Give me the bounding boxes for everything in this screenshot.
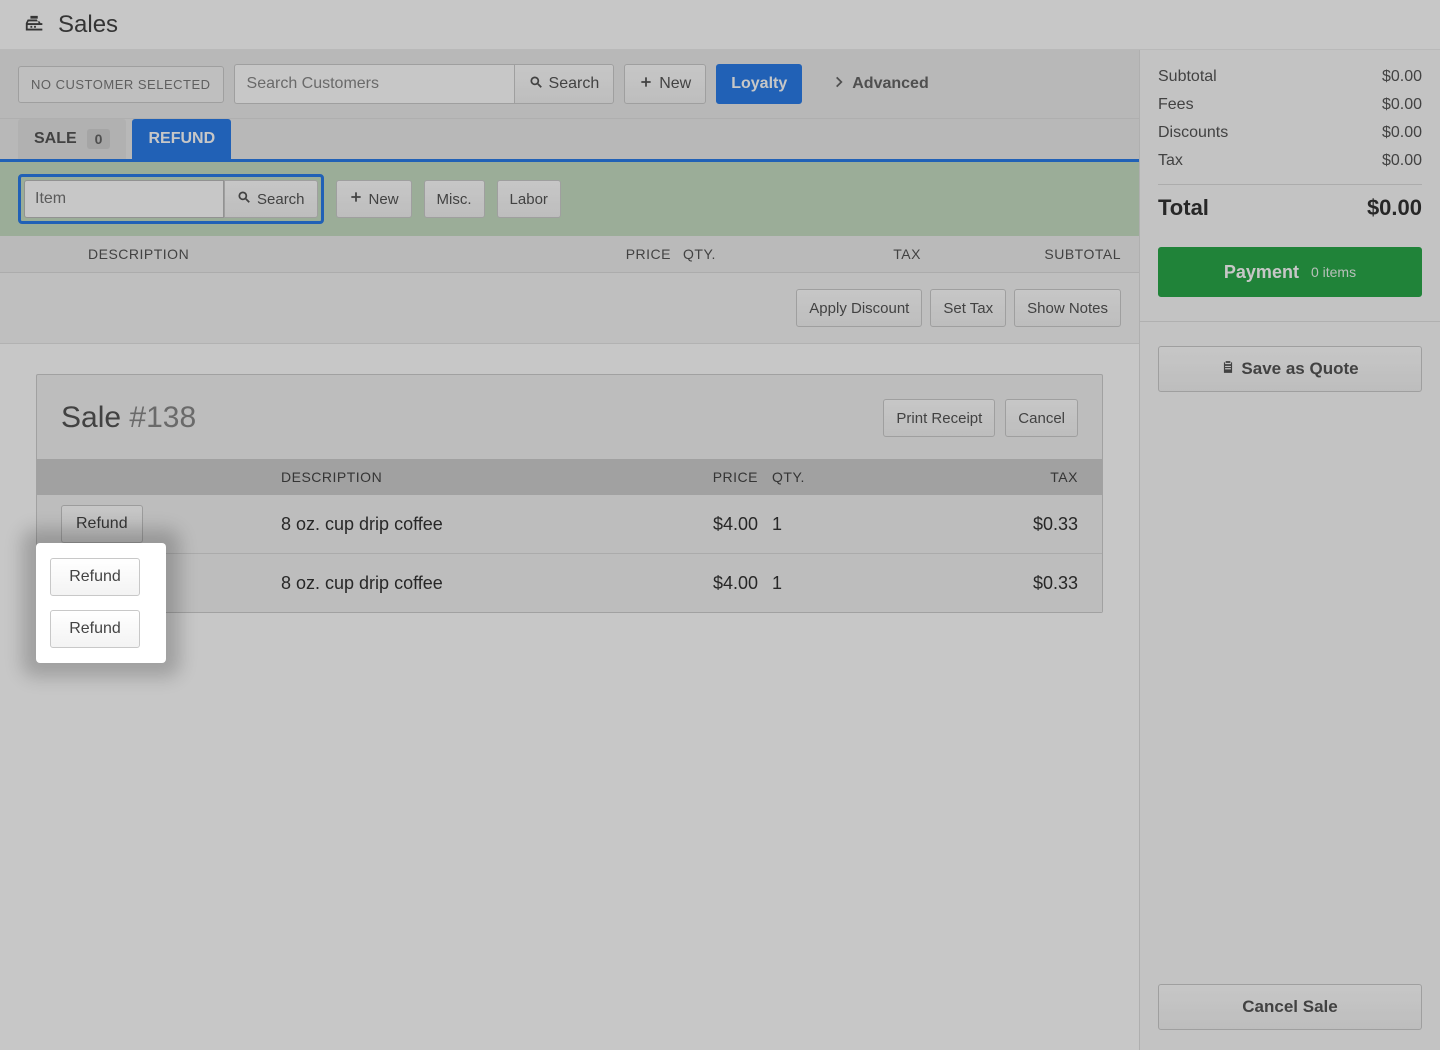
dim-overlay <box>0 0 1440 1050</box>
